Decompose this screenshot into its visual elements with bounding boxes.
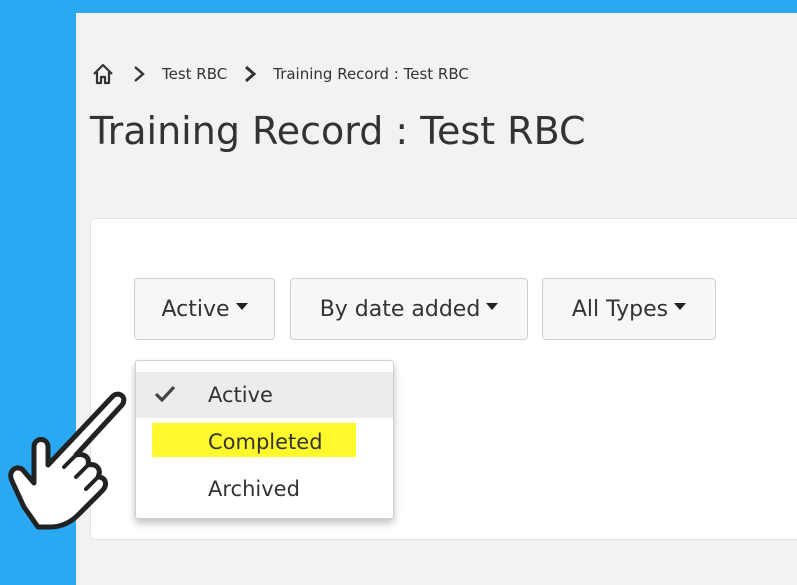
- sort-filter-label: By date added: [319, 296, 481, 322]
- caret-down-icon: [235, 302, 248, 310]
- breadcrumb-item-current: Training Record : Test RBC: [273, 65, 469, 83]
- breadcrumb: Test RBC Training Record : Test RBC: [90, 58, 469, 90]
- caret-down-icon: [674, 302, 687, 310]
- pointing-hand-icon: [4, 385, 134, 539]
- status-filter-label: Active: [161, 296, 230, 322]
- status-filter-button[interactable]: Active: [134, 278, 275, 340]
- caret-down-icon: [486, 302, 499, 310]
- sort-filter-button[interactable]: By date added: [290, 278, 528, 340]
- dropdown-item-label: Completed: [208, 430, 323, 454]
- types-filter-label: All Types: [571, 296, 669, 322]
- chevron-right-icon: [128, 65, 150, 83]
- status-dropdown-menu: Active Completed Archived: [135, 360, 394, 519]
- dropdown-item-label: Archived: [208, 477, 300, 501]
- dropdown-item-label: Active: [208, 383, 273, 407]
- breadcrumb-item-test-rbc[interactable]: Test RBC: [162, 65, 227, 83]
- dropdown-item-completed[interactable]: Completed: [136, 419, 393, 465]
- page-title: Training Record : Test RBC: [90, 109, 586, 153]
- chevron-right-icon: [239, 65, 261, 83]
- check-icon: [154, 384, 176, 409]
- home-icon[interactable]: [90, 61, 116, 87]
- dropdown-item-archived[interactable]: Archived: [136, 466, 393, 512]
- dropdown-item-active[interactable]: Active: [136, 372, 393, 418]
- types-filter-button[interactable]: All Types: [542, 278, 716, 340]
